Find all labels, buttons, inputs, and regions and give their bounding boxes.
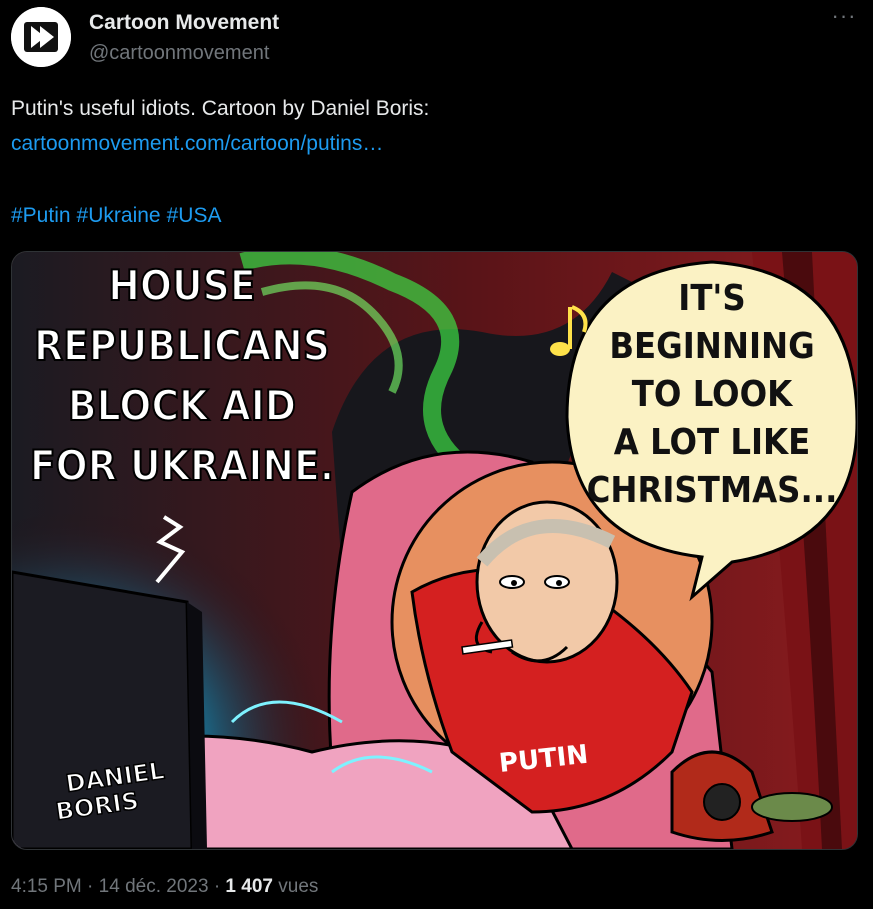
caption-line: BLOCK AID: [68, 381, 296, 430]
cartoon-illustration: PUTIN HOUSE REPUBLICANS BLOCK AID FOR UK…: [12, 252, 857, 849]
caption-line: HOUSE: [108, 261, 255, 310]
views-count: 1 407: [225, 876, 273, 897]
tweet-metadata: 4:15 PM · 14 déc. 2023 · 1 407 vues: [11, 876, 318, 898]
bubble-line: A LOT LIKE: [614, 422, 811, 463]
author-name[interactable]: Cartoon Movement: [89, 11, 279, 35]
hashtag-putin[interactable]: #Putin: [11, 204, 71, 227]
caption-line: FOR UKRAINE.: [30, 441, 334, 490]
views-label: vues: [278, 876, 319, 897]
tweet-date[interactable]: 14 déc. 2023: [99, 876, 209, 897]
more-options-button[interactable]: ···: [827, 5, 861, 34]
avatar[interactable]: [11, 7, 71, 67]
hashtag-usa[interactable]: #USA: [167, 204, 222, 227]
bubble-line: TO LOOK: [632, 374, 794, 415]
bubble-line: CHRISTMAS...: [587, 470, 838, 511]
tweet-time[interactable]: 4:15 PM: [11, 876, 82, 897]
author-handle[interactable]: @cartoonmovement: [89, 42, 269, 65]
separator: ·: [87, 876, 99, 897]
bubble-line: BEGINNING: [609, 326, 814, 367]
bubble-line: IT'S: [678, 278, 745, 319]
more-icon: ···: [831, 3, 857, 28]
tweet-image[interactable]: PUTIN HOUSE REPUBLICANS BLOCK AID FOR UK…: [11, 251, 858, 850]
hashtag-list: #Putin #Ukraine #USA: [11, 203, 227, 229]
tweet-text: Putin's useful idiots. Cartoon by Daniel…: [11, 97, 430, 120]
hashtag-ukraine[interactable]: #Ukraine: [77, 204, 161, 227]
caption-line: REPUBLICANS: [34, 321, 330, 370]
tweet-link[interactable]: cartoonmovement.com/cartoon/putins…: [11, 131, 383, 157]
cartoon-movement-logo-icon: [11, 7, 71, 67]
separator: ·: [213, 876, 226, 897]
